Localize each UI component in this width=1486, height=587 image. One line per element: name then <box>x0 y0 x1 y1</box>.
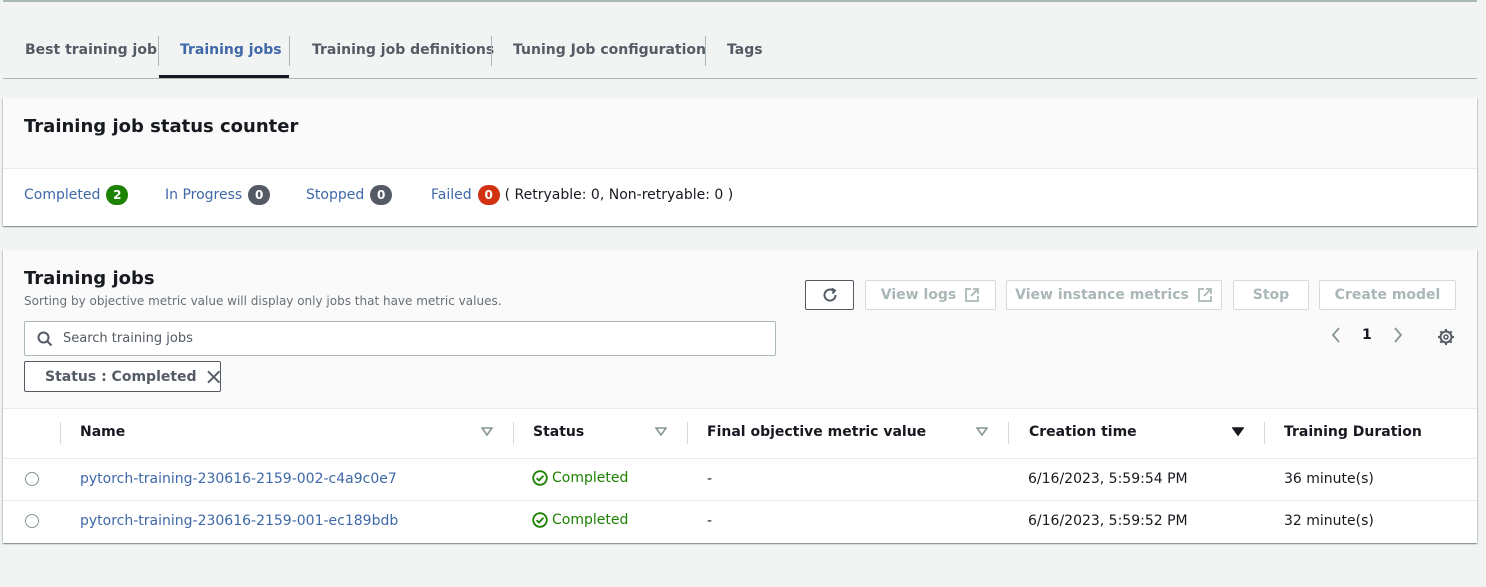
counter-stopped[interactable]: Stopped 0 <box>306 185 393 205</box>
tab-training-jobs[interactable]: Training jobs <box>180 36 282 78</box>
status-counter-header: Training job status counter <box>3 98 1477 169</box>
tab-divider <box>289 36 290 66</box>
training-jobs-title: Training jobs <box>24 268 155 289</box>
row-select-radio[interactable] <box>25 514 39 528</box>
count-badge: 0 <box>248 185 271 205</box>
table-row[interactable]: pytorch-training-230616-2159-001-ec189bd… <box>3 500 1477 542</box>
search-input[interactable] <box>61 330 775 347</box>
column-divider <box>513 422 514 444</box>
count-badge: 0 <box>370 185 393 205</box>
tab-divider <box>158 36 159 66</box>
table-row[interactable]: pytorch-training-230616-2159-002-c4a9c0e… <box>3 458 1477 500</box>
status-counter-panel: Training job status counter Completed 2 … <box>3 98 1477 226</box>
row-select-radio[interactable] <box>25 472 39 486</box>
sort-icon[interactable] <box>976 427 988 437</box>
stop-button[interactable]: Stop <box>1233 280 1309 310</box>
training-jobs-header: Training jobs Sorting by objective metri… <box>3 250 1477 409</box>
count-badge: 2 <box>106 185 129 205</box>
status-text: Completed <box>552 512 629 528</box>
metric-value: - <box>707 513 713 529</box>
gear-icon[interactable] <box>1437 328 1455 346</box>
counter-label: Completed <box>24 187 101 203</box>
metric-value: - <box>707 471 713 487</box>
refresh-button[interactable] <box>805 280 854 310</box>
view-instance-metrics-label: View instance metrics <box>1015 287 1189 303</box>
counter-in-progress[interactable]: In Progress 0 <box>165 185 271 205</box>
status-cell: Completed <box>532 470 628 486</box>
training-duration: 36 minute(s) <box>1284 471 1374 487</box>
column-header-status[interactable]: Status <box>533 424 584 440</box>
chevron-right-icon[interactable] <box>1392 326 1404 344</box>
refresh-icon <box>823 287 837 302</box>
view-logs-button[interactable]: View logs <box>865 280 996 310</box>
close-icon[interactable] <box>206 370 220 384</box>
training-duration: 32 minute(s) <box>1284 513 1374 529</box>
status-counter-title: Training job status counter <box>24 116 299 137</box>
column-divider <box>1264 422 1265 444</box>
column-divider <box>60 422 61 444</box>
success-icon <box>532 470 548 486</box>
column-header-metric[interactable]: Final objective metric value <box>707 424 926 440</box>
filter-chip: Status : Completed <box>24 361 221 392</box>
external-link-icon <box>965 288 980 302</box>
column-header-creation-time[interactable]: Creation time <box>1029 424 1137 440</box>
counter-failed[interactable]: Failed 0 ( Retryable: 0, Non-retryable: … <box>431 185 733 205</box>
page-number[interactable]: 1 <box>1362 327 1372 343</box>
chevron-left-icon[interactable] <box>1330 326 1342 344</box>
counter-label: In Progress <box>165 187 243 203</box>
count-badge: 0 <box>477 185 500 205</box>
column-divider <box>1008 422 1009 444</box>
search-field[interactable] <box>24 321 776 356</box>
tab-divider <box>491 36 492 66</box>
counter-completed[interactable]: Completed 2 <box>24 185 129 205</box>
counter-label: Failed <box>431 187 472 203</box>
sort-icon[interactable] <box>481 427 493 437</box>
tab-bar: Best training job Training jobs Training… <box>3 22 1477 79</box>
counter-label: Stopped <box>306 187 365 203</box>
tab-divider <box>705 36 706 66</box>
external-link-icon <box>1197 288 1212 302</box>
search-icon <box>37 331 53 346</box>
sort-icon[interactable] <box>655 427 667 437</box>
tab-best-training-job[interactable]: Best training job <box>25 36 157 78</box>
creation-time: 6/16/2023, 5:59:54 PM <box>1028 471 1188 487</box>
status-text: Completed <box>552 470 629 486</box>
filter-chip-label: Status : Completed <box>45 368 197 385</box>
tab-training-job-definitions[interactable]: Training job definitions <box>312 36 494 78</box>
sort-desc-icon[interactable] <box>1232 427 1244 437</box>
status-cell: Completed <box>532 512 628 528</box>
column-divider <box>687 422 688 444</box>
active-tab-indicator <box>159 75 289 78</box>
tab-tags[interactable]: Tags <box>727 36 763 78</box>
pagination: 1 <box>1330 326 1404 344</box>
view-logs-label: View logs <box>880 287 957 303</box>
column-header-training-duration[interactable]: Training Duration <box>1284 424 1422 440</box>
top-divider <box>3 0 1477 2</box>
success-icon <box>532 512 548 528</box>
tab-tuning-job-configuration[interactable]: Tuning Job configuration <box>513 36 706 78</box>
creation-time: 6/16/2023, 5:59:52 PM <box>1028 513 1188 529</box>
view-instance-metrics-button[interactable]: View instance metrics <box>1006 280 1222 310</box>
create-model-button[interactable]: Create model <box>1319 280 1456 310</box>
job-name-link[interactable]: pytorch-training-230616-2159-002-c4a9c0e… <box>80 471 397 487</box>
job-name-link[interactable]: pytorch-training-230616-2159-001-ec189bd… <box>80 513 398 529</box>
column-header-name[interactable]: Name <box>80 424 125 440</box>
retry-note: ( Retryable: 0, Non-retryable: 0 ) <box>504 187 734 203</box>
training-jobs-panel: Training jobs Sorting by objective metri… <box>3 250 1477 543</box>
training-jobs-subtitle: Sorting by objective metric value will d… <box>24 294 502 308</box>
